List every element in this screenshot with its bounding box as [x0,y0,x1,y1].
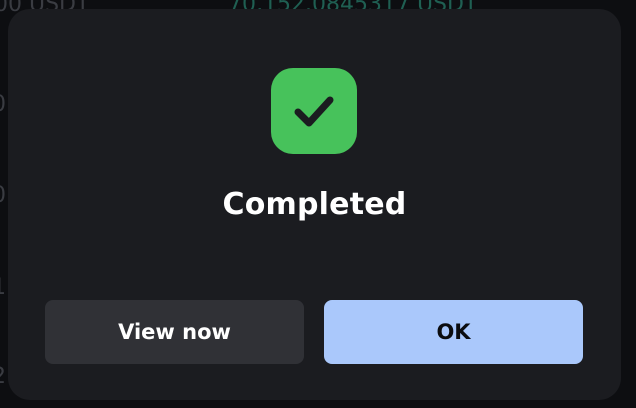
dialog-title: Completed [222,187,407,222]
checkmark-icon [271,68,357,154]
view-now-label: View now [118,320,231,344]
ok-label: OK [436,320,471,344]
completed-dialog: Completed View now OK [8,9,621,400]
checkmark-glyph [294,96,334,127]
background-text: 0 [0,92,6,117]
background-text: 1 [0,275,6,300]
view-now-button[interactable]: View now [45,300,304,364]
background-text: 2 [0,364,6,389]
ok-button[interactable]: OK [324,300,583,364]
